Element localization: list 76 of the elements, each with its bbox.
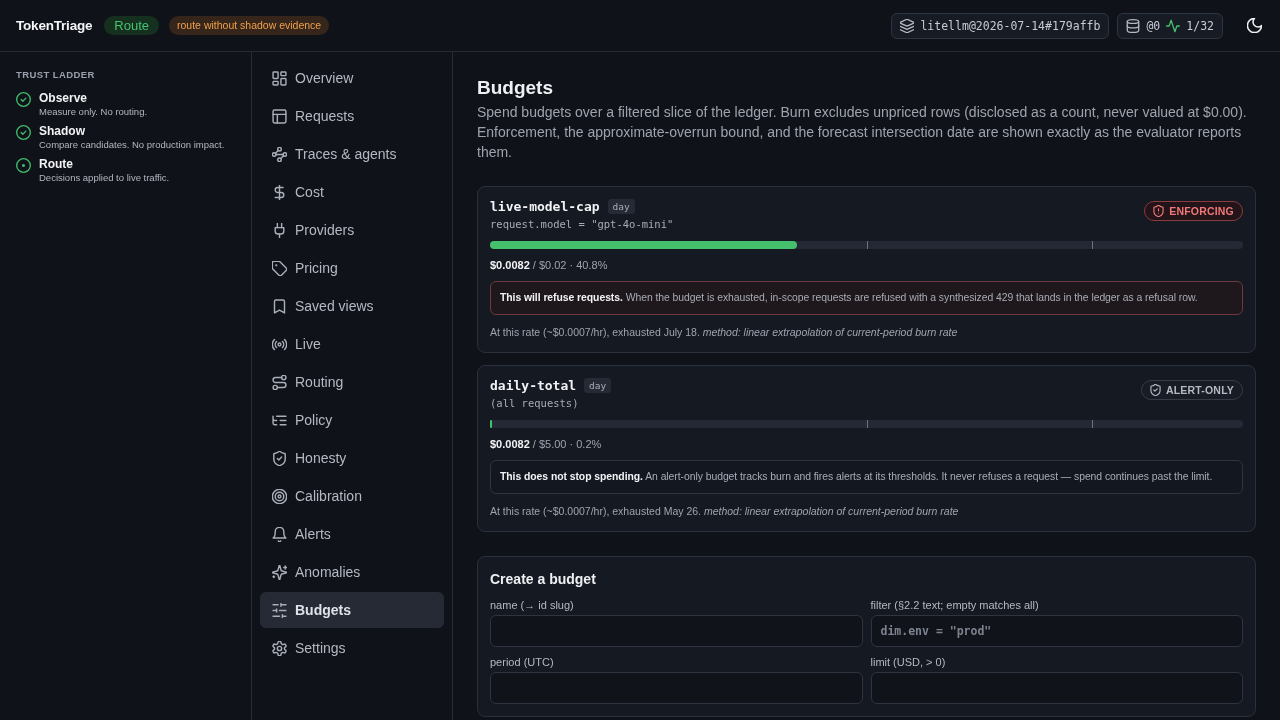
db-status: @0 bbox=[1146, 18, 1161, 33]
field-label: filter (§2.2 text; empty matches all) bbox=[870, 599, 1040, 611]
budget-name: live-model-cap bbox=[490, 199, 600, 214]
input-field[interactable] bbox=[490, 672, 863, 704]
field-label: period (UTC) bbox=[490, 656, 555, 668]
budget-name: daily-total bbox=[490, 378, 577, 393]
route-icon bbox=[272, 374, 287, 390]
activity-icon bbox=[1166, 18, 1181, 33]
page-description: Spend budgets over a filtered slice of the ledger. Burn excludes unpriced rows (disclosed as a count, never valued at $0.00). Enforcement, the approximate-overrun bound, and the forecast intersection date are shown exactly as the evaluator reports them. bbox=[477, 103, 1248, 162]
input-field[interactable] bbox=[490, 615, 863, 647]
settings-icon bbox=[272, 640, 287, 656]
nav-item[interactable]: Routing bbox=[260, 364, 444, 400]
step-name: Shadow bbox=[39, 124, 86, 139]
waypoints-icon bbox=[272, 146, 287, 162]
warning-notice: route without shadow evidence bbox=[169, 16, 330, 35]
step-name: Observe bbox=[39, 91, 89, 106]
shield-check-icon bbox=[1149, 384, 1161, 396]
period-tag: day bbox=[584, 378, 612, 393]
nav-item[interactable]: Settings bbox=[260, 630, 444, 666]
nav-item[interactable]: Live bbox=[260, 326, 444, 362]
nav-item[interactable]: Saved views bbox=[260, 288, 444, 324]
table-icon bbox=[272, 108, 287, 124]
nav-item[interactable]: Traces & agents bbox=[260, 136, 444, 172]
sliders-icon bbox=[272, 602, 287, 618]
shield-alert-icon bbox=[1153, 205, 1165, 217]
nav-item[interactable]: Budgets bbox=[260, 592, 444, 628]
nav-item[interactable]: Honesty bbox=[260, 440, 444, 476]
form-title: Create a budget bbox=[490, 571, 597, 587]
dollar-icon bbox=[272, 184, 287, 200]
nav-item[interactable]: Providers bbox=[260, 212, 444, 248]
target-icon bbox=[272, 488, 287, 504]
input-field[interactable]: dim.env = "prod" bbox=[870, 615, 1243, 647]
sparkles-icon bbox=[272, 564, 287, 580]
filter-expression: request.model = "gpt-4o-mini" bbox=[490, 218, 674, 230]
step-description: Decisions applied to live traffic. bbox=[39, 172, 170, 184]
filter-expression: (all requests) bbox=[490, 397, 580, 409]
nav-item[interactable]: Calibration bbox=[260, 478, 444, 514]
moon-icon bbox=[1247, 18, 1262, 33]
field-label: limit (USD, > 0) bbox=[870, 656, 947, 668]
step-description: Measure only. No routing. bbox=[39, 106, 148, 118]
nav-item[interactable]: Pricing bbox=[260, 250, 444, 286]
build-version: litellm@2026-07-14#179affb bbox=[920, 18, 1101, 33]
section-heading: TRUST LADDER bbox=[16, 69, 96, 80]
nav-item[interactable]: Overview bbox=[260, 60, 444, 96]
alert-notice: This does not stop spending. An alert-only budget tracks burn and fires alerts at its thresholds. It never refuses a request — spend continues past the limit. bbox=[490, 460, 1243, 494]
activity-count: 1/32 bbox=[1186, 18, 1214, 33]
step-name: Route bbox=[39, 157, 74, 172]
spend-summary: $0.0082 / $5.00 · 0.2% bbox=[490, 437, 603, 451]
nav-item[interactable]: Anomalies bbox=[260, 554, 444, 590]
refusal-notice: This will refuse requests. When the budget is exhausted, in-scope requests are refused with a synthesized 429 that lands in the ledger as a refusal row. bbox=[490, 281, 1243, 315]
spend-summary: $0.0082 / $0.02 · 40.8% bbox=[490, 258, 609, 272]
shield-check-icon bbox=[272, 450, 287, 466]
plug-icon bbox=[272, 222, 287, 238]
tag-icon bbox=[272, 260, 287, 276]
page-title: Budgets bbox=[477, 76, 554, 100]
database-icon bbox=[1126, 18, 1141, 33]
app-logo: TokenTriage bbox=[16, 18, 93, 33]
forecast-text: At this rate (~$0.0007/hr), exhausted May 26. method: linear extrapolation of current-period burn rate bbox=[490, 504, 960, 519]
layers-icon bbox=[900, 18, 915, 33]
dashboard-icon bbox=[272, 70, 287, 86]
input-field[interactable] bbox=[870, 672, 1243, 704]
radio-icon bbox=[272, 336, 287, 352]
theme-toggle-button[interactable] bbox=[1247, 18, 1262, 33]
status-text: ENFORCING bbox=[1169, 205, 1234, 217]
nav-item[interactable]: Cost bbox=[260, 174, 444, 210]
current-mode: Route bbox=[104, 16, 160, 35]
status-text: ALERT-ONLY bbox=[1165, 384, 1234, 396]
nav-item[interactable]: Alerts bbox=[260, 516, 444, 552]
nav-item[interactable]: Requests bbox=[260, 98, 444, 134]
field-label: name (→ id slug) bbox=[490, 599, 575, 611]
nav-item[interactable]: Policy bbox=[260, 402, 444, 438]
period-tag: day bbox=[607, 199, 635, 214]
bookmark-icon bbox=[272, 298, 287, 314]
forecast-text: At this rate (~$0.0007/hr), exhausted July 18. method: linear extrapolation of current-period burn rate bbox=[490, 325, 959, 340]
step-description: Compare candidates. No production impact. bbox=[39, 139, 225, 151]
bell-icon bbox=[272, 526, 287, 542]
